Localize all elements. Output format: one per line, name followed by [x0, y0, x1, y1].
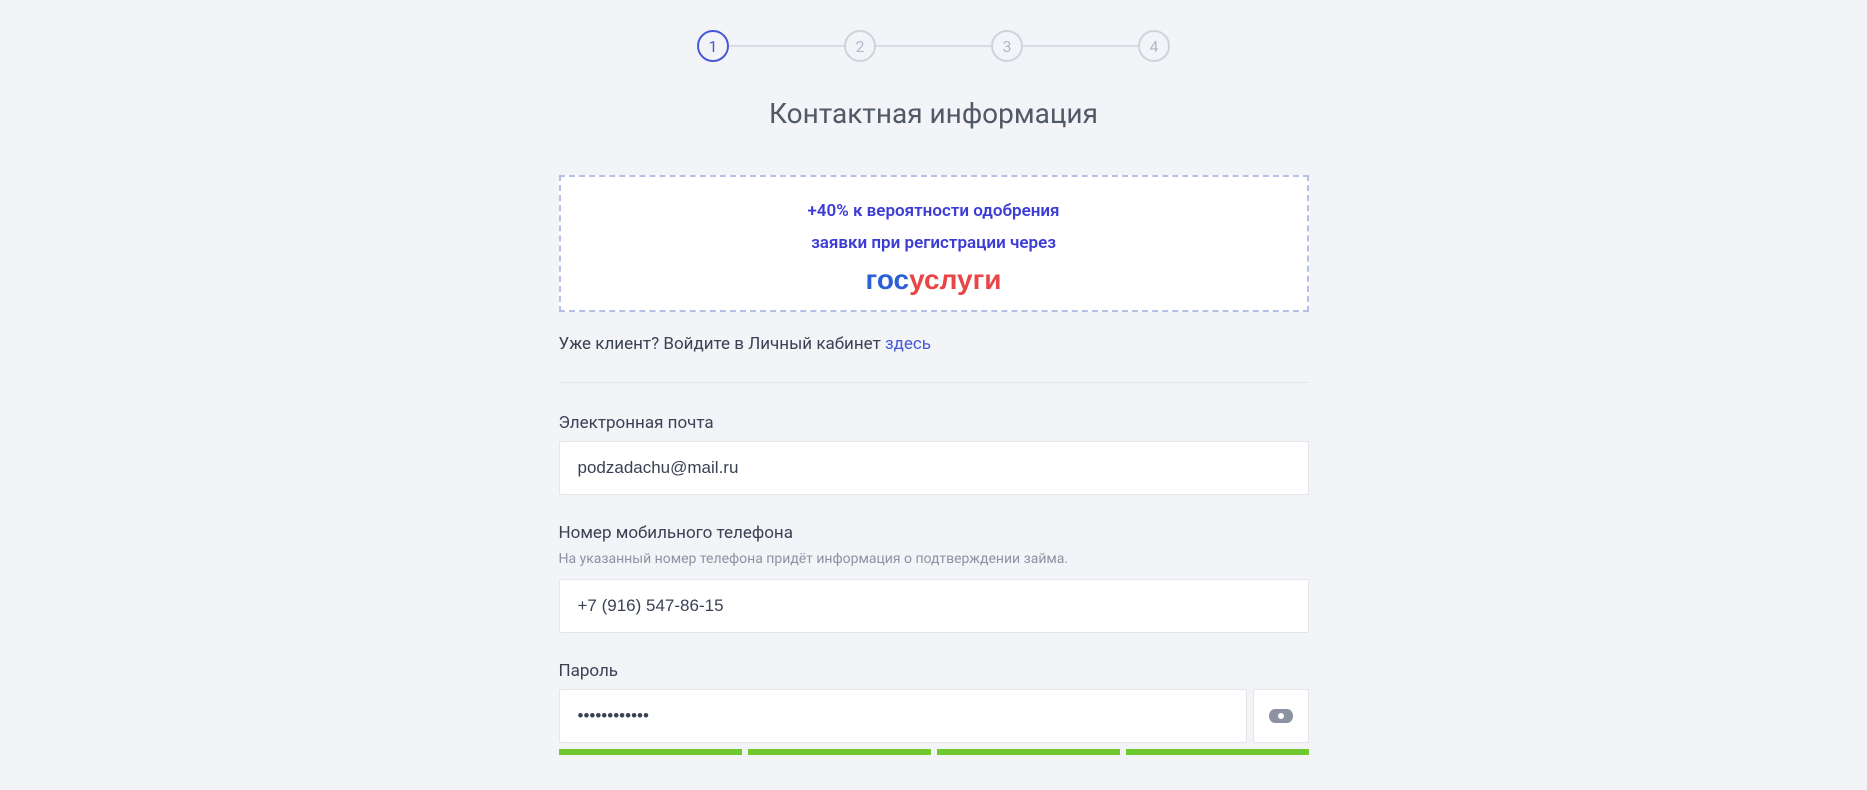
step-connector: [1023, 45, 1138, 47]
phone-hint: На указанный номер телефона придёт инфор…: [559, 551, 1309, 567]
strength-segment: [748, 749, 931, 755]
gosuslugi-promo[interactable]: +40% к вероятности одобрения заявки при …: [559, 175, 1309, 312]
phone-label: Номер мобильного телефона: [559, 523, 1309, 543]
step-4[interactable]: 4: [1138, 30, 1170, 62]
step-1[interactable]: 1: [697, 30, 729, 62]
step-3[interactable]: 3: [991, 30, 1023, 62]
promo-text-1: +40% к вероятности одобрения: [581, 195, 1287, 227]
phone-field-group: Номер мобильного телефона На указанный н…: [559, 523, 1309, 633]
already-client-prompt: Уже клиент? Войдите в Личный кабинет зде…: [559, 334, 1309, 383]
password-input[interactable]: [559, 689, 1248, 743]
form-container: 1 2 3 4 Контактная информация +40% к вер…: [559, 0, 1309, 755]
password-strength-meter: [559, 749, 1309, 755]
email-field-group: Электронная почта: [559, 413, 1309, 495]
toggle-password-visibility-button[interactable]: [1253, 689, 1308, 743]
phone-input[interactable]: [559, 579, 1309, 633]
email-input[interactable]: [559, 441, 1309, 495]
step-connector: [729, 45, 844, 47]
strength-segment: [559, 749, 742, 755]
strength-segment: [1126, 749, 1309, 755]
page-title: Контактная информация: [559, 97, 1309, 130]
strength-segment: [937, 749, 1120, 755]
eye-icon: [1269, 709, 1293, 723]
step-connector: [876, 45, 991, 47]
password-field-group: Пароль: [559, 661, 1309, 755]
promo-text-2: заявки при регистрации через: [581, 227, 1287, 259]
email-label: Электронная почта: [559, 413, 1309, 433]
gosuslugi-logo: госуслуги: [581, 264, 1287, 296]
stepper: 1 2 3 4: [559, 30, 1309, 62]
password-label: Пароль: [559, 661, 1309, 681]
step-2[interactable]: 2: [844, 30, 876, 62]
login-link[interactable]: здесь: [885, 334, 931, 354]
